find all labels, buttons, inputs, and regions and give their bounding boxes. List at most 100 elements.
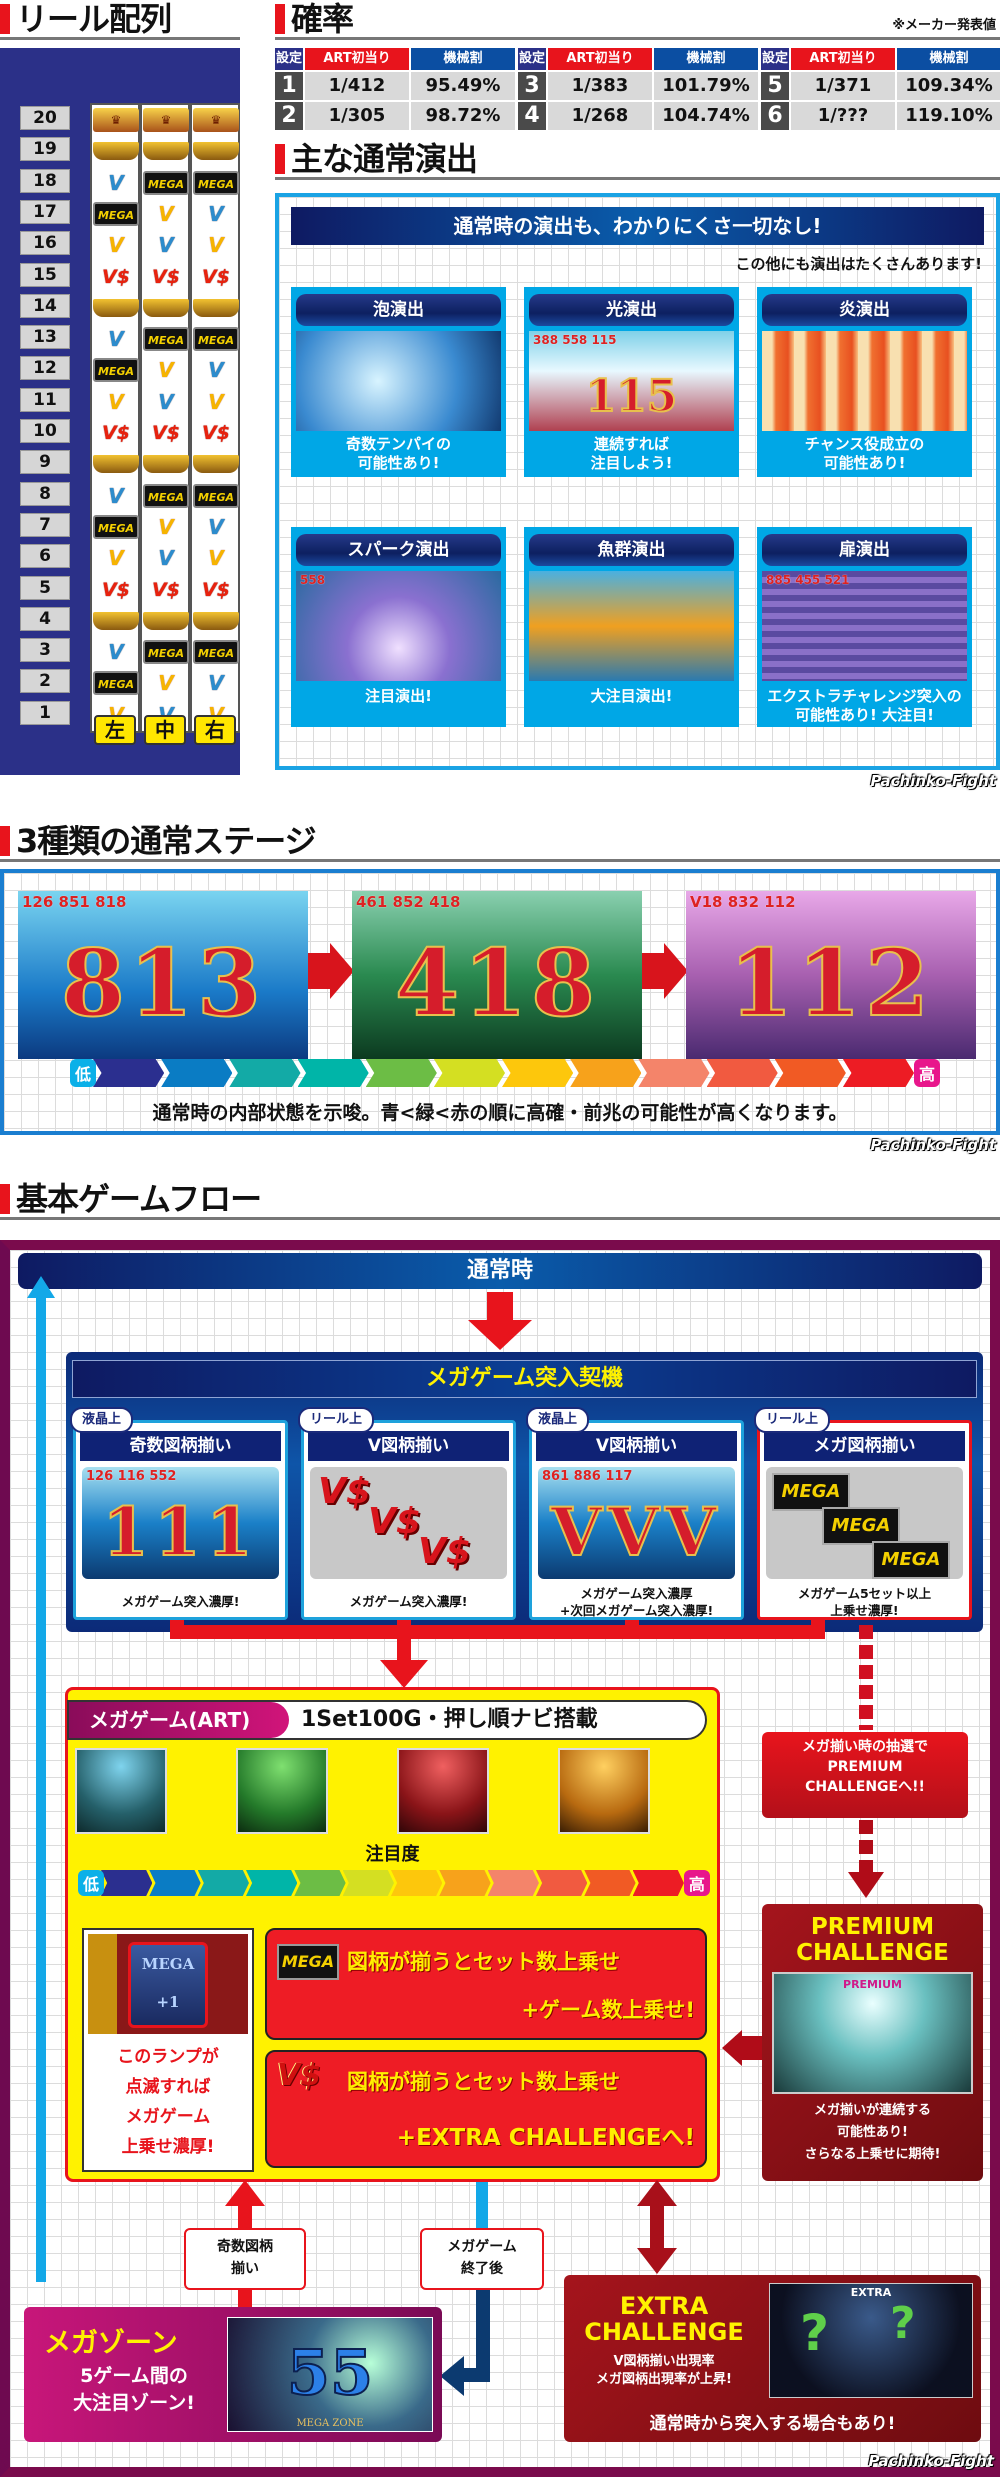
reel-symbol-mega: MEGA xyxy=(143,170,189,195)
trigger-card: V図柄揃い 液晶上 861 886 117 VVV メガゲーム突入濃厚 +次回メガゲーム… xyxy=(526,1407,744,1620)
effect-caption: エクストラチャレンジ突入の 可能性あり! 大注目! xyxy=(767,687,962,724)
payout-rate: 95.49% xyxy=(411,72,515,100)
art-header: ART初当り xyxy=(791,48,895,70)
arrow-left-icon xyxy=(722,2030,742,2066)
setting-header: 設定 xyxy=(761,48,789,70)
stage-image-numbers: 461 852 418 xyxy=(356,893,461,911)
reel-position-number: 20 xyxy=(20,106,70,130)
effect-card: 扉演出 885 455 521 エクストラチャレンジ突入の 可能性あり! 大注目! xyxy=(757,527,972,727)
megazone-caption: 5ゲーム間の 大注目ゾーン! xyxy=(73,2365,195,2414)
stage-image-numbers: 126 851 818 xyxy=(22,893,127,911)
megazone-box: メガゾーン 5ゲーム間の 大注目ゾーン! 55 MEGA ZONE xyxy=(24,2307,442,2442)
premium-image: PREMIUM xyxy=(772,1972,973,2094)
gauge-segment xyxy=(229,1059,301,1087)
payout-rate: 104.74% xyxy=(654,102,758,130)
reel-symbol-vs: V$ xyxy=(102,265,130,288)
vs-line2: +EXTRA CHALLENGEへ! xyxy=(396,2125,695,2151)
setting-number: 3 xyxy=(518,72,546,100)
effect-title: 光演出 xyxy=(529,294,734,326)
arrow-down-icon xyxy=(637,2248,677,2274)
vs-bonus-box: V$ 図柄が揃うとセット数上乗せ +EXTRA CHALLENGEへ! xyxy=(265,2050,707,2168)
mega-bonus-box: MEGA 図柄が揃うとセット数上乗せ +ゲーム数上乗せ! xyxy=(265,1928,707,2040)
reel-position-number: 15 xyxy=(20,262,70,287)
reel-position-number: 11 xyxy=(20,387,70,412)
lamp-image: MEGA +1 xyxy=(88,1934,248,2034)
premium-image-text: PREMIUM xyxy=(843,1978,902,1991)
art-header: ART初当り xyxy=(548,48,652,70)
arrow-right-icon xyxy=(308,953,332,989)
trigger-image-numbers: 861 886 117 xyxy=(542,1469,633,1484)
gauge-segment xyxy=(706,1059,778,1087)
reel-symbol-mega: MEGA xyxy=(93,201,139,226)
gauge-high-label: 高 xyxy=(683,1870,710,1896)
reel-position-number: 10 xyxy=(20,419,70,443)
setting-number: 6 xyxy=(761,102,789,130)
gauge-segment xyxy=(149,1870,201,1896)
art-probability: 1/??? xyxy=(791,102,895,130)
effect-card: 光演出 388 558 115 115 連続すれば 注目しよう! xyxy=(524,287,739,477)
reel-symbol-vs: V$ xyxy=(102,422,130,444)
art-stage-blue-image xyxy=(75,1748,167,1834)
effect-title: 炎演出 xyxy=(762,294,967,326)
reel-symbol-gold xyxy=(143,298,189,317)
trigger-title: メガ図柄揃い xyxy=(764,1431,965,1461)
megagame-label: メガゲーム(ART) xyxy=(69,1702,289,1738)
extra-challenge-box: EXTRA CHALLENGE V図柄揃い出現率 メガ図柄出現率が上昇! EXT… xyxy=(564,2275,981,2442)
art-probability: 1/268 xyxy=(548,102,652,130)
reel-symbol-vy: V xyxy=(108,389,124,414)
reel-symbol-gold xyxy=(143,455,189,474)
arrow-down-head xyxy=(468,1320,532,1350)
reel-position-number: 17 xyxy=(20,199,70,224)
effect-caption: チャンス役成立の 可能性あり! xyxy=(804,435,925,472)
effect-caption: 大注目演出! xyxy=(590,687,673,705)
mega-symbol-icon: MEGA xyxy=(822,1507,900,1545)
reel-symbol-vb: V xyxy=(208,514,224,539)
reel-symbol-vy: V xyxy=(108,546,124,571)
reel-symbol-gold xyxy=(193,142,239,161)
payout-rate: 98.72% xyxy=(411,102,515,130)
probability-group: 設定 ART初当り 機械割 1 1/412 95.49% 2 1/305 98.72% xyxy=(275,48,515,132)
reel-symbol-gold xyxy=(93,455,139,474)
stage-image-1: 461 852 418 418 xyxy=(352,891,642,1059)
stage-image-digits: 418 xyxy=(394,928,600,1038)
reel-position-number: 4 xyxy=(20,606,70,631)
reel-strip-center: ♛MEGAVVV$MEGAVVV$MEGAVVV$MEGAVV xyxy=(140,103,190,733)
premium-title: PREMIUM CHALLENGE xyxy=(796,1914,949,1966)
probability-group: 設定 ART初当り 機械割 3 1/383 101.79% 4 1/268 104.74% xyxy=(518,48,758,132)
setting-header: 設定 xyxy=(275,48,303,70)
stage-level-gauge: 低高 xyxy=(70,1059,941,1087)
trigger-caption: メガゲーム突入濃厚! xyxy=(121,1594,240,1609)
reel-symbol-vs: V$ xyxy=(102,578,130,601)
stage-image-2: V18 832 112 112 xyxy=(686,891,976,1059)
reel-symbol-vy: V xyxy=(208,233,224,258)
art-stage-gold-image xyxy=(558,1748,650,1834)
watermark: Pachinko-Fight xyxy=(868,2452,995,2470)
effects-panel: 通常時の演出も、わかりにくさ一切なし! この他にも演出はたくさんあります! 泡演… xyxy=(275,193,1000,770)
mega-symbol-icon: MEGA xyxy=(277,1944,339,1980)
gauge-segment xyxy=(294,1870,346,1896)
reel-symbol-crown: ♛ xyxy=(143,108,189,132)
trigger-location-tag: 液晶上 xyxy=(70,1407,134,1433)
effect-caption: 注目演出! xyxy=(365,687,432,705)
return-line xyxy=(36,1292,46,2282)
dashed-line xyxy=(859,1625,873,1730)
art-probability: 1/305 xyxy=(305,102,409,130)
reel-symbol-vy: V xyxy=(158,671,174,696)
effects-banner: 通常時の演出も、わかりにくさ一切なし! xyxy=(291,207,984,245)
gauge-segment xyxy=(161,1059,233,1087)
odd-align-label: 奇数図柄 揃い xyxy=(184,2228,306,2290)
gauge-segment xyxy=(342,1870,394,1896)
maker-note: ※メーカー発表値 xyxy=(892,18,996,33)
effect-image-numbers: 885 455 521 xyxy=(766,573,850,587)
reel-symbol-mega: MEGA xyxy=(193,170,239,195)
payout-header: 機械割 xyxy=(411,48,515,70)
reel-label-0: 左 xyxy=(94,715,136,745)
premium-caption: メガ揃いが連続する 可能性あり! さらなる上乗せに期待! xyxy=(804,2103,941,2162)
reel-symbol-gold xyxy=(193,298,239,317)
effect-title: 魚群演出 xyxy=(529,534,734,566)
reel-symbol-vs: V$ xyxy=(152,422,180,444)
reel-position-number: 13 xyxy=(20,325,70,350)
reel-position-number: 8 xyxy=(20,481,70,506)
effect-image-digits: 115 xyxy=(585,370,679,423)
arrow-right-head xyxy=(664,943,688,999)
